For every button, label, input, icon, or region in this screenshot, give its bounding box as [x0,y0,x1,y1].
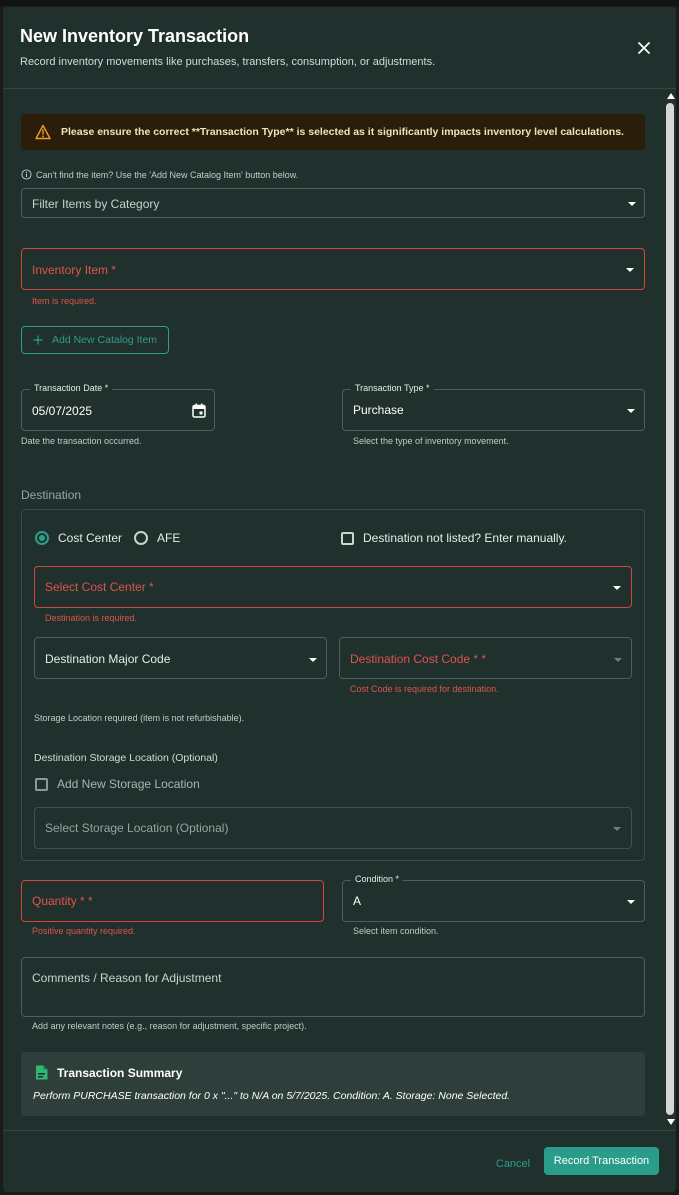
condition-value: A [353,894,362,908]
major-code-select[interactable]: Destination Major Code [34,637,327,679]
comments-placeholder: Comments / Reason for Adjustment [32,971,222,985]
major-code-label: Destination Major Code [45,652,171,666]
condition-help: Select item condition. [353,926,439,936]
chevron-down-icon [613,827,621,831]
summary-text: Perform PURCHASE transaction for 0 x "..… [33,1090,511,1102]
transaction-date-help: Date the transaction occurred. [21,436,142,446]
chevron-down-icon [614,658,622,662]
transaction-date-field[interactable]: Transaction Date * 05/07/2025 [21,383,215,431]
destination-section-label: Destination [21,488,82,502]
cost-center-label: Select Cost Center * [45,580,154,594]
item-hint: Can't find the item? Use the 'Add New Ca… [21,169,298,180]
dialog-subtitle: Record inventory movements like purchase… [20,56,436,68]
cost-center-select[interactable]: Select Cost Center * [34,566,632,608]
transaction-dialog: New Inventory Transaction Record invento… [3,7,676,1192]
afe-radio-label[interactable]: AFE [157,531,180,545]
dialog-title: New Inventory Transaction [20,26,250,46]
quantity-label: Quantity * * [32,894,93,908]
close-icon [638,42,650,54]
storage-location-select[interactable]: Select Storage Location (Optional) [34,807,632,849]
info-icon [21,169,32,180]
storage-location-heading: Destination Storage Location (Optional) [34,752,218,764]
condition-label: Condition * [351,874,404,884]
chevron-down-icon [627,409,635,413]
add-storage-location-label[interactable]: Add New Storage Location [57,777,200,791]
condition-select[interactable]: Condition * A [342,874,645,922]
manual-destination-label[interactable]: Destination not listed? Enter manually. [363,531,567,545]
warning-text: Please ensure the correct **Transaction … [61,126,624,138]
category-filter-select[interactable]: Filter Items by Category [21,188,645,218]
transaction-type-help: Select the type of inventory movement. [353,436,509,446]
scroll-up-arrow-icon[interactable] [667,93,675,99]
transaction-date-label: Transaction Date * [30,383,113,393]
inventory-item-label: Inventory Item * [32,263,117,277]
transaction-type-select[interactable]: Transaction Type * Purchase [342,383,645,431]
add-storage-location-checkbox[interactable] [35,778,48,791]
cost-center-radio-label[interactable]: Cost Center [58,531,122,545]
destination-panel: Cost Center AFE Destination not listed? … [21,509,645,861]
storage-location-note: Storage Location required (item is not r… [34,713,245,723]
scroll-down-arrow-icon[interactable] [667,1119,675,1125]
chevron-down-icon [627,900,635,904]
close-button[interactable] [633,37,655,59]
inventory-item-select[interactable]: Inventory Item * [21,248,645,290]
chevron-down-icon [309,658,317,662]
dialog-footer: Cancel Record Transaction [3,1130,676,1192]
summary-title: Transaction Summary [57,1066,183,1080]
cost-code-select[interactable]: Destination Cost Code * * [339,637,632,679]
storage-location-placeholder: Select Storage Location (Optional) [45,821,229,835]
transaction-type-warning: Please ensure the correct **Transaction … [21,114,645,150]
cost-code-label: Destination Cost Code * * [350,652,487,666]
quantity-input[interactable]: Quantity * * [21,880,324,922]
comments-textarea[interactable]: Comments / Reason for Adjustment [21,957,645,1017]
transaction-summary: Transaction Summary Perform PURCHASE tra… [21,1052,645,1116]
manual-destination-checkbox[interactable] [341,532,354,545]
plus-icon [33,335,43,345]
afe-radio[interactable] [134,531,148,545]
chevron-down-icon [628,202,636,206]
comments-help: Add any relevant notes (e.g., reason for… [32,1021,307,1031]
chevron-down-icon [613,586,621,590]
transaction-type-value: Purchase [353,403,404,417]
record-transaction-button[interactable]: Record Transaction [544,1147,659,1175]
warning-triangle-icon [35,124,51,140]
dialog-header: New Inventory Transaction Record invento… [3,7,676,89]
item-hint-text: Can't find the item? Use the 'Add New Ca… [36,169,299,180]
calendar-icon[interactable] [192,403,206,418]
cost-code-error: Cost Code is required for destination. [350,684,499,694]
document-icon [36,1065,48,1080]
cancel-button[interactable]: Cancel [489,1152,537,1176]
dialog-body: Please ensure the correct **Transaction … [3,90,676,1130]
dialog-scrollbar[interactable] [664,89,676,1129]
category-filter-placeholder: Filter Items by Category [32,197,160,211]
add-catalog-item-label: Add New Catalog Item [52,334,158,346]
transaction-date-value: 05/07/2025 [32,404,93,418]
cost-center-error: Destination is required. [45,613,138,623]
quantity-error: Positive quantity required. [32,926,136,936]
transaction-type-label: Transaction Type * [351,383,434,393]
add-catalog-item-button[interactable]: Add New Catalog Item [21,326,169,354]
scrollbar-thumb[interactable] [666,103,674,1115]
page-backdrop [0,0,679,6]
inventory-item-error: Item is required. [32,296,97,306]
cost-center-radio[interactable] [35,531,49,545]
chevron-down-icon [626,268,634,272]
